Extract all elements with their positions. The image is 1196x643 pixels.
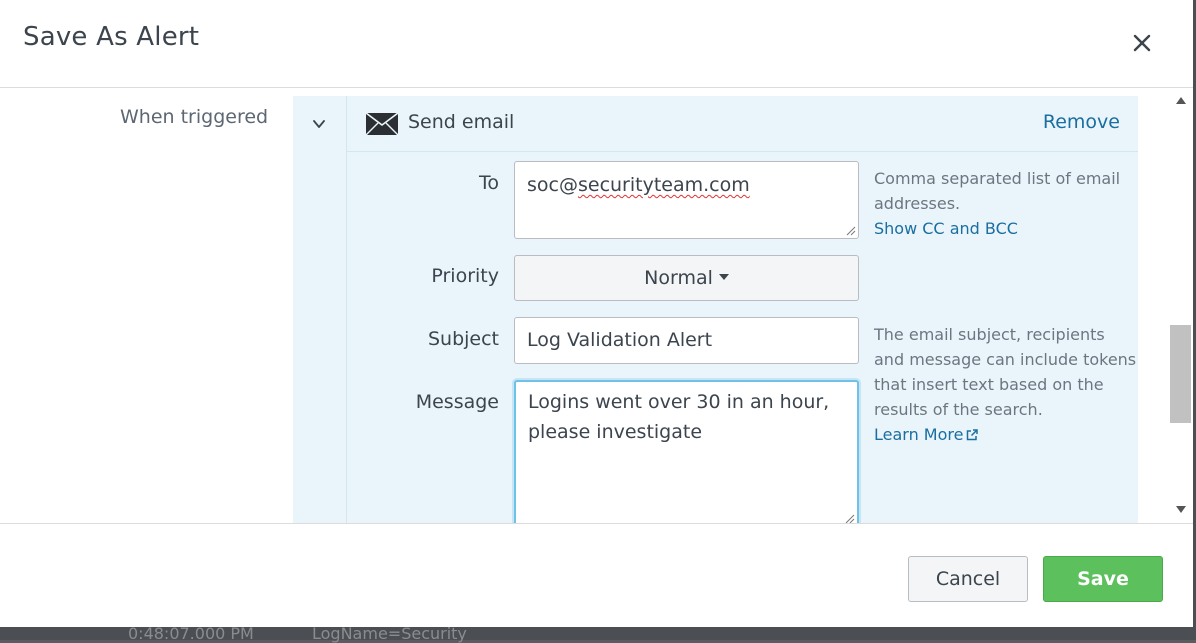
to-field[interactable]: soc@securityteam.com (514, 161, 859, 239)
message-textarea[interactable]: Logins went over 30 in an hour, please i… (514, 380, 859, 523)
save-as-alert-dialog: Save As Alert When triggered Send email … (0, 0, 1193, 627)
to-value-prefix: soc@ (527, 174, 578, 196)
to-help-text: Comma separated list of email addresses. (874, 169, 1121, 213)
cancel-button[interactable]: Cancel (908, 556, 1028, 602)
action-title: Send email (408, 111, 515, 133)
resize-grip-icon[interactable] (846, 226, 856, 236)
learn-more-link[interactable]: Learn More (874, 425, 979, 444)
scroll-up-icon[interactable] (1176, 97, 1186, 104)
dialog-body[interactable]: When triggered Send email Remove To soc@… (0, 88, 1170, 523)
envelope-icon (365, 112, 399, 136)
dialog-header: Save As Alert (0, 0, 1193, 88)
dialog-title: Save As Alert (23, 22, 200, 52)
message-label: Message (415, 391, 499, 413)
caret-down-icon (718, 274, 729, 280)
to-value-domain: securityteam.com (577, 174, 750, 196)
priority-label: Priority (431, 265, 499, 287)
send-email-action-panel: Send email Remove To soc@securityteam.co… (293, 96, 1138, 523)
action-header: Send email Remove (347, 96, 1138, 152)
collapse-column (293, 96, 347, 523)
show-cc-bcc-link[interactable]: Show CC and BCC (874, 219, 1018, 238)
to-label: To (478, 172, 499, 194)
priority-dropdown[interactable]: Normal (514, 255, 859, 301)
subject-help: The email subject, recipients and messag… (874, 322, 1139, 447)
learn-more-label: Learn More (874, 425, 964, 444)
external-link-icon (967, 429, 979, 441)
subject-help-text: The email subject, recipients and messag… (874, 325, 1137, 419)
to-help: Comma separated list of email addresses.… (874, 166, 1139, 241)
subject-input[interactable]: Log Validation Alert (514, 317, 859, 364)
subject-label: Subject (427, 328, 499, 350)
priority-value: Normal (644, 267, 713, 289)
scroll-down-icon[interactable] (1176, 506, 1186, 513)
subject-value: Log Validation Alert (527, 329, 713, 351)
vertical-scrollbar[interactable] (1170, 88, 1193, 523)
dialog-footer: Cancel Save (0, 523, 1193, 627)
close-icon[interactable] (1128, 28, 1156, 56)
save-button[interactable]: Save (1043, 556, 1163, 602)
scroll-thumb[interactable] (1170, 325, 1191, 423)
chevron-down-icon[interactable] (312, 116, 326, 130)
when-triggered-label: When triggered (120, 106, 269, 128)
remove-action-link[interactable]: Remove (1043, 111, 1120, 133)
resize-grip-icon[interactable] (845, 514, 855, 523)
message-value: Logins went over 30 in an hour, please i… (528, 391, 830, 443)
